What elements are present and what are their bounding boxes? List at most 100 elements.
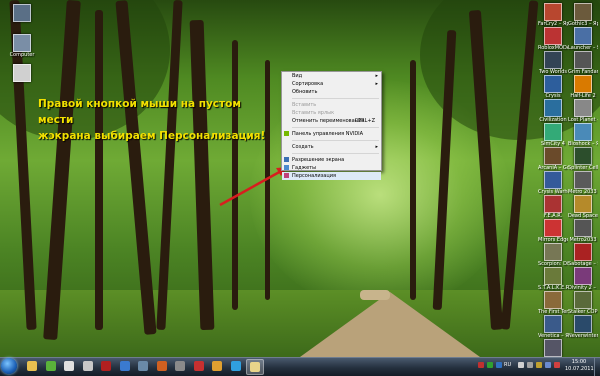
app-icon (544, 243, 562, 261)
media-icon (64, 361, 74, 371)
tray-icon[interactable] (545, 362, 551, 368)
tray-icon[interactable] (487, 362, 493, 368)
taskbar-app12-button[interactable] (228, 359, 244, 373)
taskbar-app10-button[interactable] (191, 359, 207, 373)
app-icon (574, 291, 592, 309)
app-icon (574, 315, 592, 333)
taskbar-media-button[interactable] (61, 359, 77, 373)
app-icon (544, 315, 562, 333)
app8-icon (156, 361, 167, 371)
menu-item-label: Сортировка (292, 81, 324, 87)
app-icon (574, 147, 592, 165)
app-icon (544, 75, 562, 93)
tray-icon[interactable] (536, 362, 542, 368)
sound-icon (119, 361, 130, 371)
tray-icon[interactable] (478, 362, 484, 368)
language-indicator[interactable]: RU (504, 362, 511, 368)
clock-date: 10.07.2011 (565, 366, 594, 372)
tray-icon[interactable] (496, 362, 502, 368)
taskbar-sound-button[interactable] (117, 359, 133, 373)
desktop-context-menu: Вид ▸ Сортировка ▸ Обновить Вставить Вст… (281, 71, 382, 180)
desktop[interactable]: Правой кнопкой мыши на пустом мести жэкр… (0, 0, 600, 357)
menu-item-screen-resolution[interactable]: Разрешение экрана (282, 156, 381, 164)
taskbar-app11-button[interactable] (209, 359, 225, 373)
menu-item-view[interactable]: Вид ▸ (282, 72, 381, 80)
menu-item-sort[interactable]: Сортировка ▸ (282, 80, 381, 88)
taskbar-app9-button[interactable] (172, 359, 188, 373)
clock-time: 15:00 (571, 359, 587, 365)
app-icon (544, 51, 562, 69)
desktop-icon[interactable] (2, 64, 42, 104)
utorrent-icon (45, 361, 56, 371)
desktop-icon-label: Computer (9, 52, 35, 58)
app-icon (544, 147, 562, 165)
app12-icon (230, 361, 241, 371)
show-desktop-button[interactable] (594, 358, 600, 376)
app-icon (13, 4, 31, 22)
taskbar-utorrent-button[interactable] (43, 359, 59, 373)
folder-icon (250, 362, 260, 372)
app-icon (574, 123, 592, 141)
gadgets-icon (284, 165, 289, 170)
menu-item-personalization[interactable]: Персонализация (282, 172, 381, 180)
app-icon (544, 123, 562, 141)
app9-icon (175, 361, 185, 371)
menu-item-gadgets[interactable]: Гаджеты (282, 164, 381, 172)
menu-item-new[interactable]: Создать ▸ (282, 143, 381, 151)
desktop-icon-label: Neverwinter – Ярлык (568, 333, 598, 339)
taskbar-app8-button[interactable] (154, 359, 170, 373)
desktop-icon[interactable]: Neverwinter – Ярлык (568, 315, 598, 355)
menu-item-undo-rename[interactable]: Отменить переименование CTRL+Z (282, 117, 381, 125)
taskbar-folder-button[interactable] (246, 359, 264, 375)
app-icon (574, 27, 592, 45)
desktop-icon[interactable]: CK – Dragon Rising (538, 339, 568, 357)
app-icon (574, 75, 592, 93)
personalization-icon (284, 173, 289, 178)
app-icon (574, 243, 592, 261)
submenu-arrow-icon: ▸ (375, 73, 378, 79)
app-icon (544, 171, 562, 189)
taskbar-game-button[interactable] (98, 359, 114, 373)
menu-item-label: Создать (292, 144, 314, 150)
network-icon[interactable] (518, 362, 524, 368)
menu-item-shortcut: CTRL+Z (354, 118, 375, 124)
menu-item-label: Гаджеты (292, 165, 317, 171)
menu-item-paste-shortcut[interactable]: Вставить ярлык (282, 109, 381, 117)
app-icon (544, 219, 562, 237)
app-icon (544, 291, 562, 309)
taskbar: RU 15:00 10.07.2011 (0, 357, 600, 376)
menu-item-refresh[interactable]: Обновить (282, 88, 381, 96)
menu-separator (292, 140, 379, 141)
menu-item-label: Отменить переименование (292, 118, 365, 124)
menu-item-label: Разрешение экрана (292, 157, 345, 163)
menu-separator (292, 127, 379, 128)
menu-separator (292, 98, 379, 99)
app-icon (544, 267, 562, 285)
app-icon (574, 195, 592, 213)
system-clock[interactable]: 15:00 10.07.2011 (565, 359, 594, 373)
volume-icon[interactable] (527, 362, 533, 368)
app-icon (544, 27, 562, 45)
taskbar-chrome-button[interactable] (80, 359, 96, 373)
app-icon (13, 34, 31, 52)
menu-item-label: Вид (292, 73, 303, 79)
app-icon (574, 267, 592, 285)
menu-item-nvidia-panel[interactable]: Панель управления NVIDIA (282, 130, 381, 138)
taskbar-app7-button[interactable] (135, 359, 151, 373)
app-icon (574, 3, 592, 21)
submenu-arrow-icon: ▸ (375, 81, 378, 87)
chrome-icon (82, 361, 93, 371)
nvidia-icon (284, 131, 289, 136)
menu-item-label: Панель управления NVIDIA (292, 131, 364, 137)
app11-icon (212, 361, 222, 371)
start-button[interactable] (1, 358, 17, 374)
menu-item-label: Персонализация (292, 173, 336, 179)
menu-item-label: Вставить ярлык (292, 110, 335, 116)
taskbar-explorer-button[interactable] (24, 359, 40, 373)
tray-icon[interactable] (554, 362, 560, 368)
app10-icon (193, 361, 204, 371)
app-icon (544, 195, 562, 213)
app7-icon (138, 361, 148, 371)
menu-separator (292, 153, 379, 154)
menu-item-paste[interactable]: Вставить (282, 101, 381, 109)
